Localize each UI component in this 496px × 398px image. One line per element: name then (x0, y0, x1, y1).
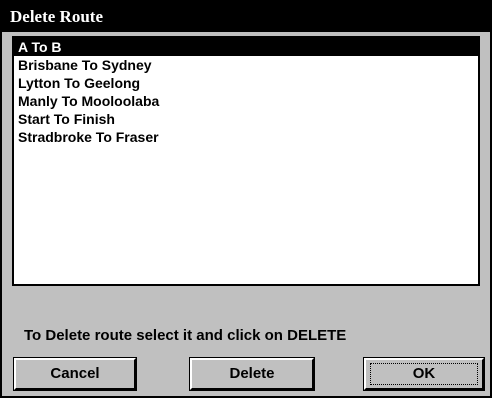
route-list[interactable]: A To B Brisbane To Sydney Lytton To Geel… (12, 36, 480, 286)
delete-route-dialog: Delete Route A To B Brisbane To Sydney L… (0, 0, 492, 398)
list-item-route[interactable]: Brisbane To Sydney (14, 56, 478, 74)
delete-button[interactable]: Delete (190, 358, 314, 390)
list-item-route[interactable]: Stradbroke To Fraser (14, 128, 478, 146)
ok-button[interactable]: OK (364, 358, 484, 390)
cancel-button-label: Cancel (50, 365, 100, 382)
list-item-route[interactable]: Lytton To Geelong (14, 74, 478, 92)
cancel-button[interactable]: Cancel (14, 358, 136, 390)
instruction-text: To Delete route select it and click on D… (24, 327, 347, 344)
focus-rectangle (370, 363, 478, 385)
delete-button-label: Delete (229, 365, 275, 382)
list-item-route[interactable]: Start To Finish (14, 110, 478, 128)
dialog-title: Delete Route (2, 2, 490, 32)
list-item-route[interactable]: Manly To Mooloolaba (14, 92, 478, 110)
list-item-route[interactable]: A To B (14, 38, 478, 56)
